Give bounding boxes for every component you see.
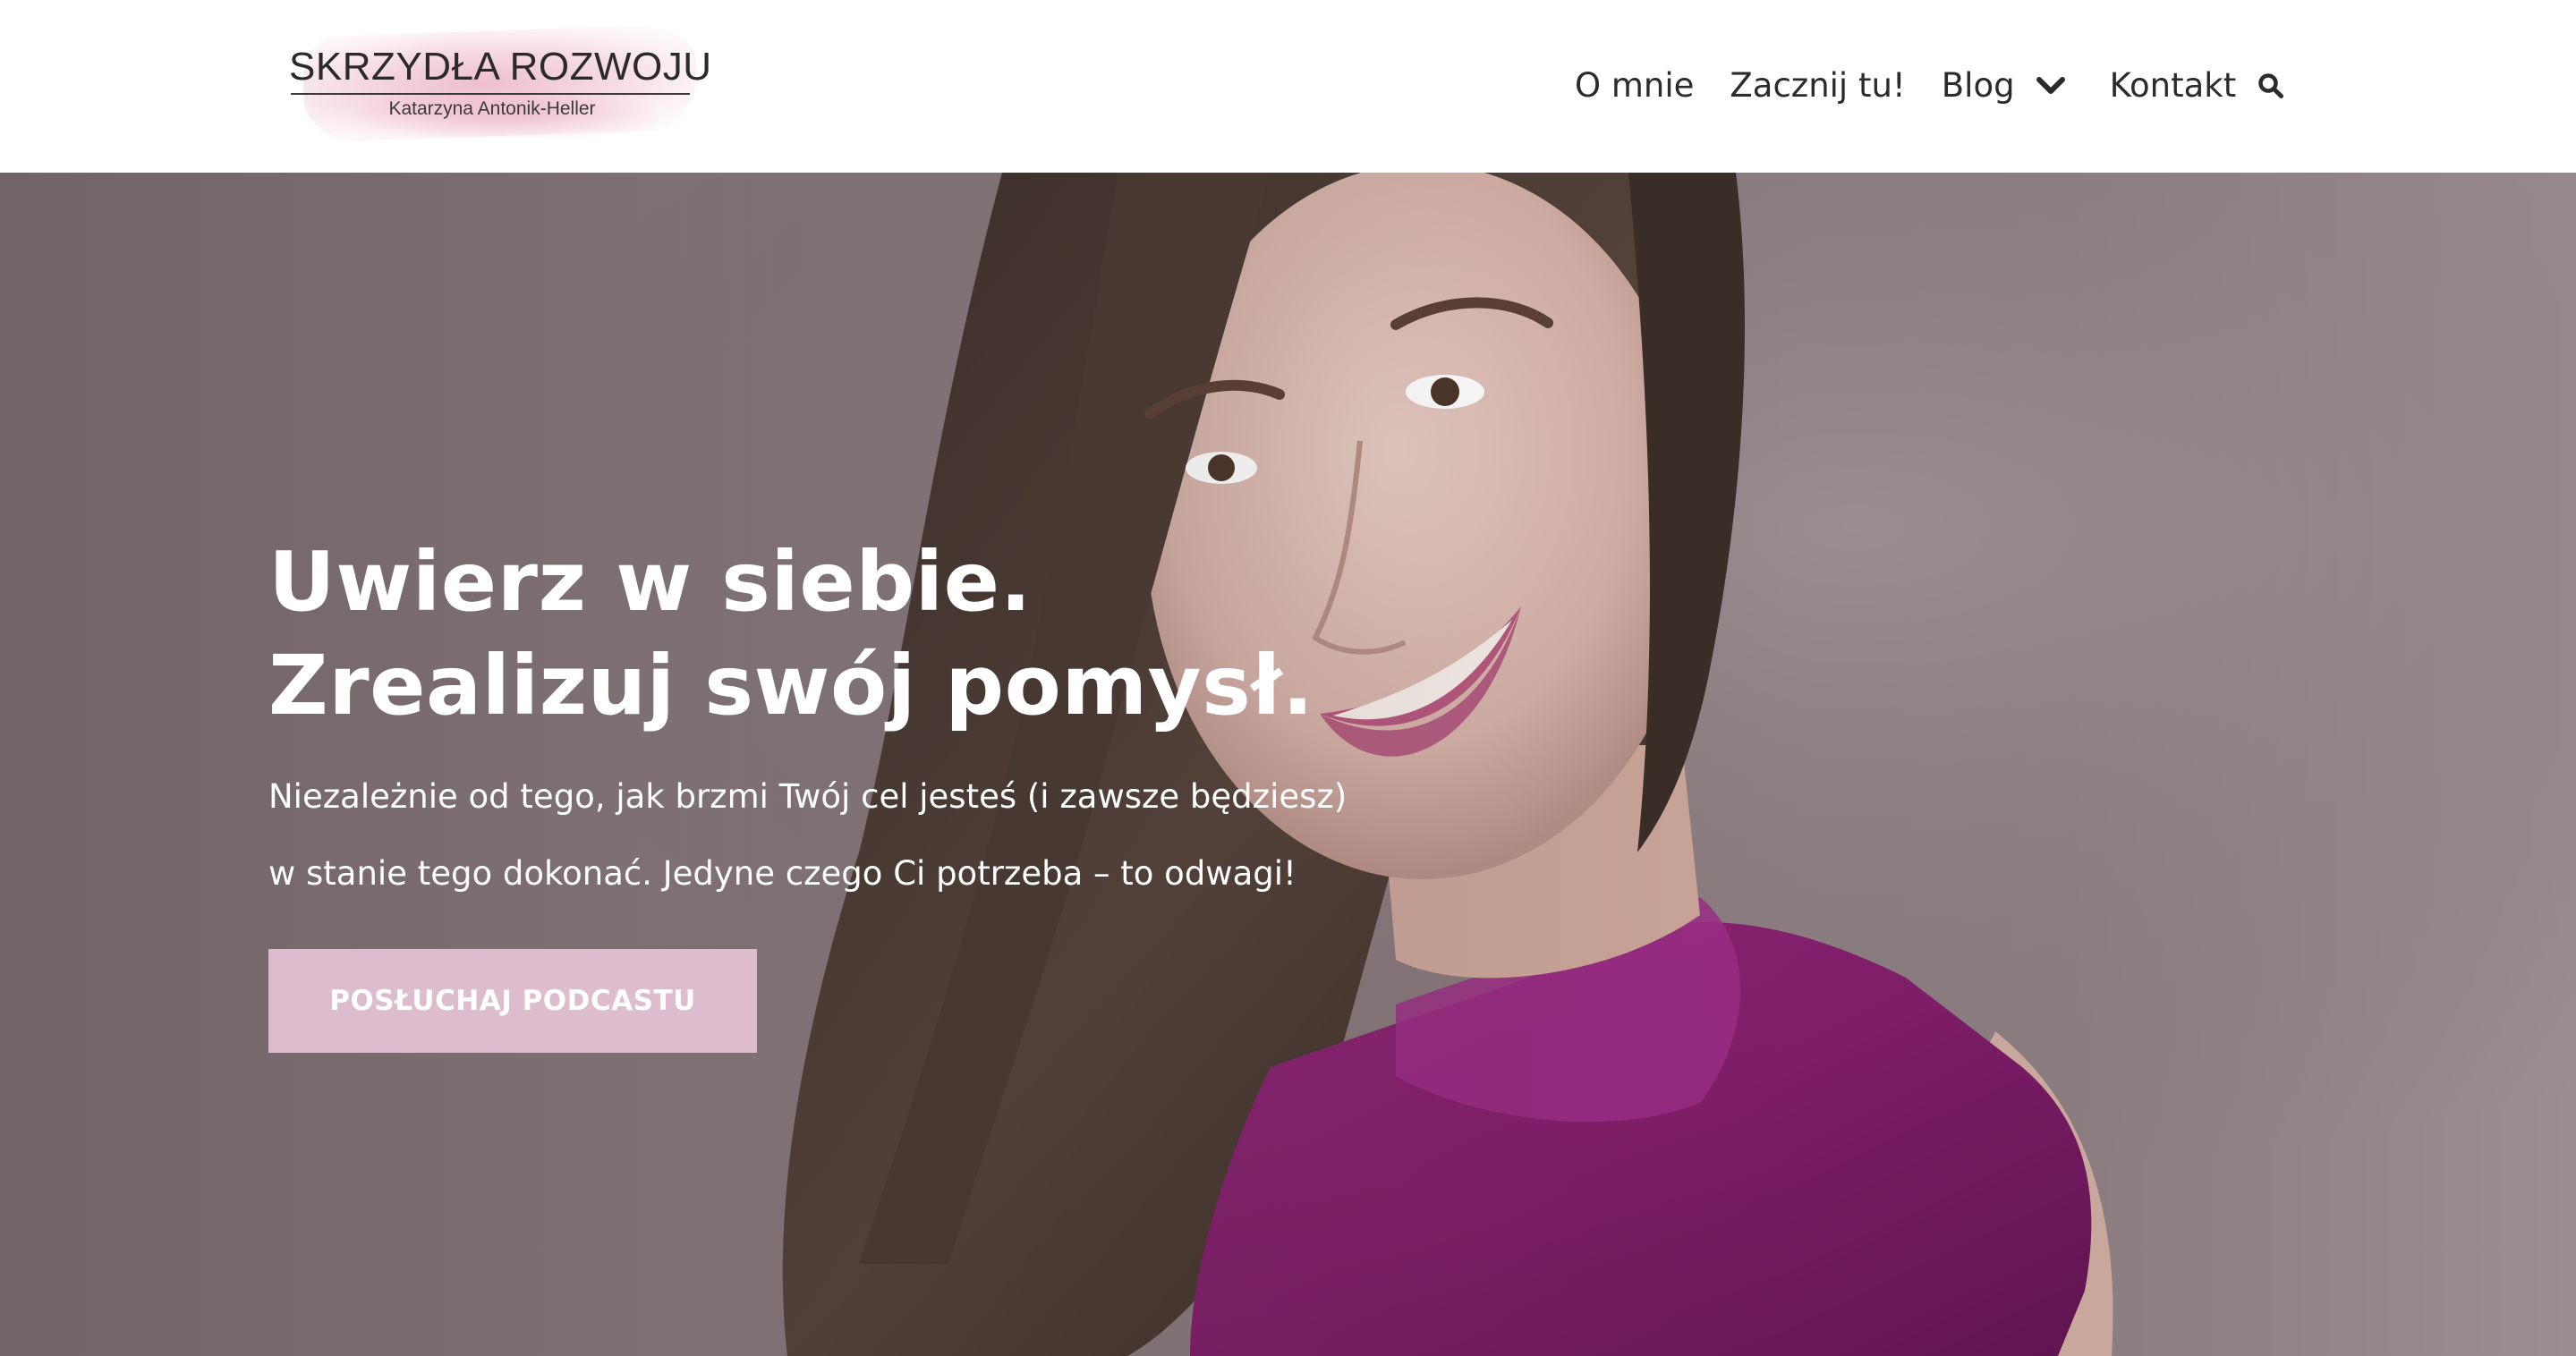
hero-title-line-1: Uwierz w siebie. [268,534,1033,630]
logo-divider [291,93,690,95]
logo-title: SKRZYDŁA ROZWOJU [289,45,712,89]
hero-overlay [0,173,2576,1356]
search-icon[interactable] [2256,71,2286,101]
hero-title: Uwierz w siebie. Zrealizuj swój pomysł. [268,530,1611,738]
site-logo[interactable]: SKRZYDŁA ROZWOJU Katarzyna Antonik-Helle… [282,23,712,143]
nav-item-zacznij-tu[interactable]: Zacznij tu! [1730,59,1905,113]
logo-subtitle: Katarzyna Antonik-Heller [388,98,596,119]
listen-podcast-button[interactable]: POSŁUCHAJ PODCASTU [268,949,757,1053]
site-header: SKRZYDŁA ROZWOJU Katarzyna Antonik-Helle… [0,0,2576,173]
hero-section: Uwierz w siebie. Zrealizuj swój pomysł. … [0,173,2576,1356]
hero-title-line-2: Zrealizuj swój pomysł. [268,638,1314,733]
nav-item-o-mnie[interactable]: O mnie [1575,59,1694,113]
chevron-down-icon[interactable] [2033,68,2069,104]
nav-item-blog[interactable]: Blog [1942,59,2015,113]
hero-description-line-2: w stanie tego dokonać. Jedyne czego Ci p… [268,854,1297,893]
hero-description-line-1: Niezależnie od tego, jak brzmi Twój cel … [268,777,1348,816]
nav-item-kontakt[interactable]: Kontakt [2110,59,2237,113]
main-navigation: O mnie Zacznij tu! Blog Kontakt [1575,59,2286,113]
